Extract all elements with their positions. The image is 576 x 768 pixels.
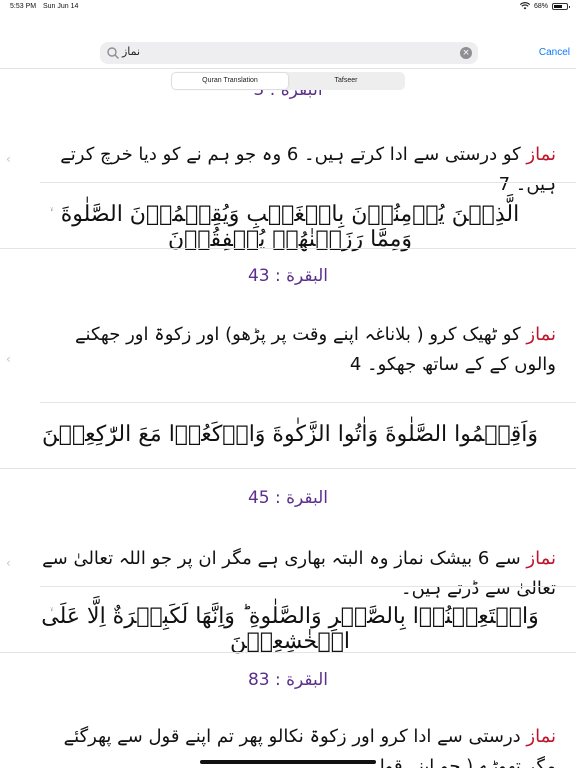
- translation-text[interactable]: نماز کو ٹھیک کرو ( بلاناغہ اپنے وقت پر پ…: [40, 320, 556, 380]
- search-bar: نماز × Cancel: [0, 40, 576, 70]
- search-input[interactable]: نماز ×: [100, 42, 478, 64]
- status-time: 5:53 PM: [10, 3, 37, 10]
- search-icon: [107, 47, 119, 59]
- keyword-highlight: نماز: [526, 144, 556, 165]
- status-bar: 5:53 PM Sun Jun 14 68%: [0, 0, 576, 14]
- arabic-ayah[interactable]: الَّذِيۡنَ يُؤۡمِنُوۡنَ بِالۡغَيۡبِ وَيُ…: [40, 202, 540, 252]
- surah-label: البقرة : 83: [247, 670, 329, 690]
- tab-tafseer[interactable]: Tafseer: [288, 73, 404, 89]
- home-indicator[interactable]: [200, 760, 376, 764]
- keyword-highlight: نماز: [526, 324, 556, 345]
- translation-rest: سے 6 بیشک نماز وہ البتہ بھاری ہے مگر ان …: [42, 548, 556, 599]
- divider: [40, 586, 576, 587]
- keyword-highlight: نماز: [526, 726, 556, 747]
- chevron-left-icon[interactable]: ‹: [6, 556, 11, 570]
- results-list: البقرة : 3 ‹ نماز کو درستی سے ادا کرتے ہ…: [0, 90, 576, 768]
- wifi-icon: [519, 2, 530, 10]
- header-divider: [0, 68, 576, 69]
- translation-rest: کو درستی سے ادا کرتے ہیں۔ 6 وہ جو ہم نے …: [60, 144, 556, 195]
- translation-text[interactable]: نماز کو درستی سے ادا کرتے ہیں۔ 6 وہ جو ہ…: [40, 140, 556, 200]
- divider: [0, 468, 576, 469]
- divider: [40, 182, 576, 183]
- translation-rest: کو ٹھیک کرو ( بلاناغہ اپنے وقت پر پڑھو) …: [75, 324, 556, 375]
- surah-label: البقرة : 45: [247, 488, 329, 508]
- battery-percent: 68%: [533, 2, 548, 10]
- surah-label: البقرة : 43: [247, 266, 329, 286]
- search-query[interactable]: نماز: [122, 45, 140, 58]
- divider: [0, 248, 576, 249]
- divider: [40, 402, 576, 403]
- segmented-control: Quran Translation Tafseer: [171, 72, 405, 90]
- divider: [0, 652, 576, 653]
- clear-search-icon[interactable]: ×: [460, 47, 472, 59]
- keyword-highlight: نماز: [526, 548, 556, 569]
- tab-quran-translation[interactable]: Quran Translation: [172, 73, 288, 89]
- surah-label: البقرة : 3: [253, 90, 323, 100]
- chevron-left-icon[interactable]: ‹: [6, 152, 11, 166]
- battery-icon: [552, 2, 570, 10]
- status-date: Sun Jun 14: [43, 3, 79, 10]
- arabic-ayah[interactable]: وَاَقِيۡمُوا الصَّلٰوةَ وَاٰتُوا الزَّكٰ…: [40, 422, 540, 447]
- status-right: 68%: [519, 2, 570, 10]
- chevron-left-icon[interactable]: ‹: [6, 352, 11, 366]
- cancel-button[interactable]: Cancel: [539, 47, 570, 58]
- translation-text[interactable]: نماز سے 6 بیشک نماز وہ البتہ بھاری ہے مگ…: [40, 544, 556, 604]
- arabic-ayah[interactable]: وَاسۡتَعِيۡنُوۡا بِالصَّبۡرِ وَالصَّلٰوة…: [40, 604, 540, 654]
